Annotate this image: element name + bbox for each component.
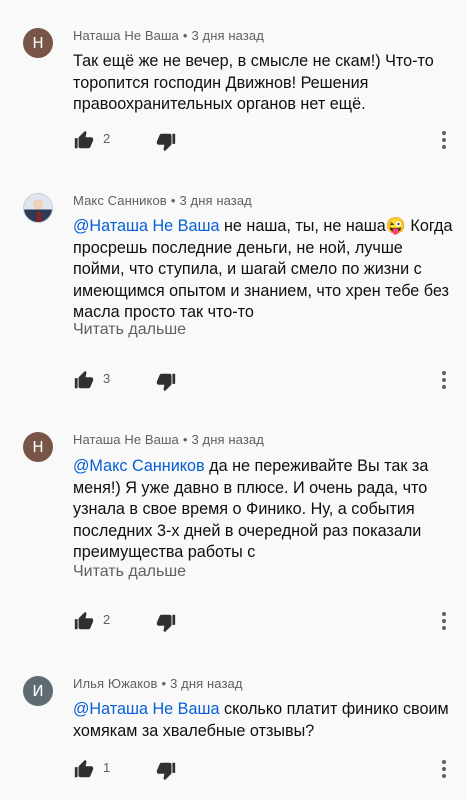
comment-text: Так ещё же не вечер, в смысле не скам!) … [73, 51, 453, 116]
mention-link[interactable]: @Наташа Не Ваша [73, 217, 219, 235]
timestamp[interactable]: 3 дня назад [192, 432, 264, 447]
separator: • [182, 28, 188, 43]
comment-text: @Наташа Не Ваша сколько платит финико св… [73, 699, 453, 742]
avatar-photo [37, 212, 41, 222]
more-vert-icon [442, 131, 446, 149]
avatar[interactable]: Н [23, 432, 53, 462]
dislike-button[interactable] [155, 371, 177, 393]
more-vert-icon [442, 371, 446, 389]
comment-actions: 1 [73, 758, 453, 782]
like-count: 1 [103, 760, 111, 775]
dislike-button[interactable] [155, 612, 177, 634]
comment-header: Макс Санников • 3 дня назад [73, 193, 252, 208]
thumb-up-icon [74, 611, 94, 630]
comment-text: @Наташа Не Ваша не наша, ты, не наша😜 Ко… [73, 216, 453, 324]
avatar[interactable] [23, 193, 53, 223]
more-vert-icon [442, 760, 446, 778]
thumb-up-icon [74, 759, 94, 778]
more-options-button[interactable] [440, 369, 448, 391]
read-more-button[interactable]: Читать дальше [73, 563, 186, 581]
read-more-button[interactable]: Читать дальше [73, 321, 186, 339]
comment-header: Наташа Не Ваша • 3 дня назад [73, 432, 264, 447]
separator: • [170, 193, 176, 208]
comment-body: Так ещё же не вечер, в смысле не скам!) … [73, 52, 434, 113]
comment-actions: 2 [73, 129, 453, 153]
dislike-button[interactable] [155, 131, 177, 153]
like-button[interactable] [73, 610, 95, 632]
comment-header: Наташа Не Ваша • 3 дня назад [73, 28, 264, 43]
author-name[interactable]: Наташа Не Ваша [73, 28, 179, 43]
dislike-button[interactable] [155, 760, 177, 782]
like-count: 2 [103, 612, 111, 627]
like-button[interactable] [73, 369, 95, 391]
like-button[interactable] [73, 758, 95, 780]
timestamp[interactable]: 3 дня назад [192, 28, 264, 43]
more-options-button[interactable] [440, 610, 448, 632]
comment-actions: 3 [73, 369, 453, 393]
author-name[interactable]: Макс Санников [73, 193, 167, 208]
more-options-button[interactable] [440, 758, 448, 780]
comment-actions: 2 [73, 610, 453, 634]
mention-link[interactable]: @Наташа Не Ваша [73, 700, 219, 718]
thumb-down-icon [156, 373, 176, 392]
timestamp[interactable]: 3 дня назад [170, 676, 242, 691]
like-count: 3 [103, 371, 111, 386]
separator: • [182, 432, 188, 447]
thumb-down-icon [156, 762, 176, 781]
comment-text: @Макс Санников да не переживайте Вы так … [73, 456, 453, 564]
avatar[interactable]: И [23, 676, 53, 706]
more-options-button[interactable] [440, 129, 448, 151]
author-name[interactable]: Наташа Не Ваша [73, 432, 179, 447]
like-count: 2 [103, 131, 111, 146]
like-button[interactable] [73, 129, 95, 151]
thumb-down-icon [156, 614, 176, 633]
timestamp[interactable]: 3 дня назад [179, 193, 251, 208]
author-name[interactable]: Илья Южаков [73, 676, 157, 691]
thumb-up-icon [74, 370, 94, 389]
avatar[interactable]: Н [23, 28, 53, 58]
thumb-down-icon [156, 133, 176, 152]
separator: • [161, 676, 167, 691]
mention-link[interactable]: @Макс Санников [73, 457, 205, 475]
comment-header: Илья Южаков • 3 дня назад [73, 676, 243, 691]
thumb-up-icon [74, 130, 94, 149]
more-vert-icon [442, 612, 446, 630]
